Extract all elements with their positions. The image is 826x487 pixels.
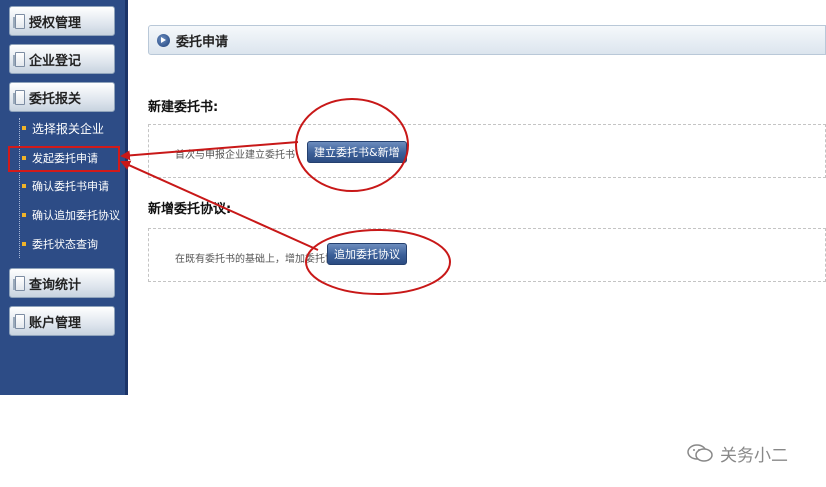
annotation-overlay [120, 98, 451, 295]
chat-bubble-icon [687, 444, 713, 462]
watermark: 关务小二 [686, 440, 788, 466]
annotation-ellipse-append [305, 229, 451, 295]
annotation-ellipse-create [295, 98, 409, 192]
watermark-text: 关务小二 [720, 445, 788, 466]
annotation-arrow-1 [120, 141, 299, 161]
annotation-arrow-2 [120, 160, 319, 251]
